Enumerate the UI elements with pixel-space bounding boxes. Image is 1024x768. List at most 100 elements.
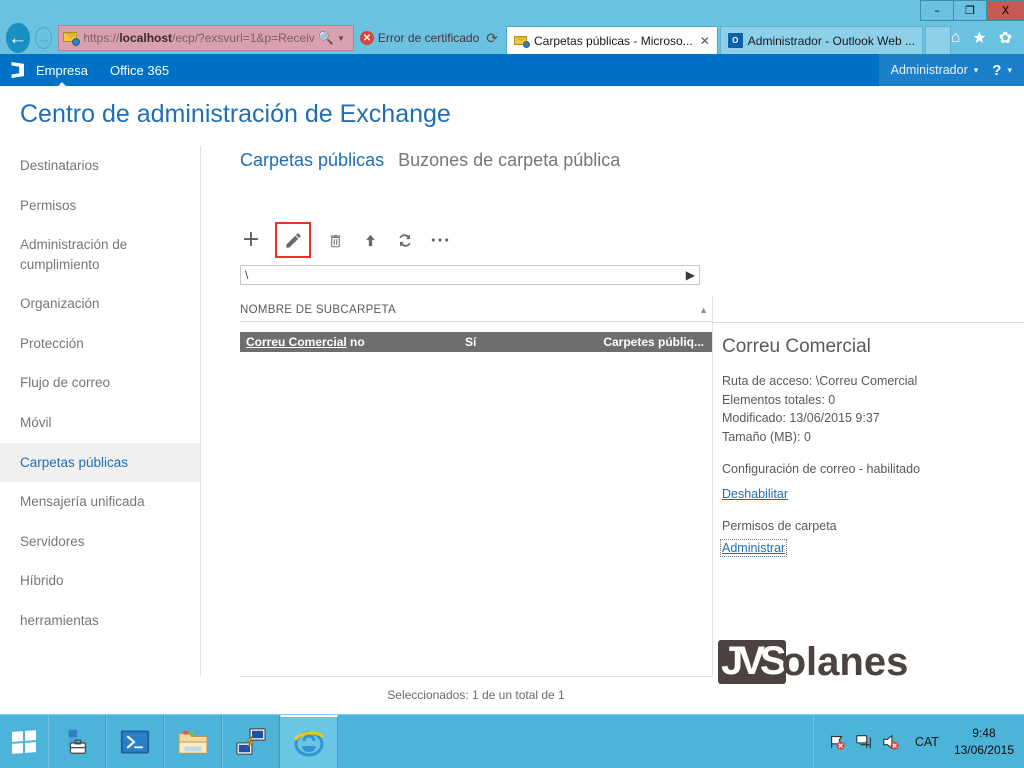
taskbar: CAT 9:48 13/06/2015 xyxy=(0,714,1024,768)
browser-tab-2[interactable]: O Administrador - Outlook Web ... xyxy=(719,26,923,54)
more-button[interactable] xyxy=(429,229,451,251)
help-icon[interactable]: ? xyxy=(992,62,1001,79)
browser-command-icons: ⌂ ★ ✿ xyxy=(951,28,1024,48)
favorites-star-icon[interactable]: ★ xyxy=(972,28,986,48)
sidebar-item-servidores[interactable]: Servidores xyxy=(0,522,200,562)
close-button[interactable]: X xyxy=(987,0,1024,21)
page-title: Centro de administración de Exchange xyxy=(20,100,451,128)
forward-button[interactable]: → xyxy=(34,27,53,49)
suite-link-office365[interactable]: Office 365 xyxy=(110,63,169,78)
content-tabs: Carpetas públicas Buzones de carpeta púb… xyxy=(240,146,1024,171)
user-menu-label[interactable]: Administrador xyxy=(891,63,968,77)
back-button[interactable]: ← xyxy=(6,23,30,53)
row-col3: Sí xyxy=(465,335,477,349)
network-icon[interactable] xyxy=(855,733,873,751)
minimize-icon: – xyxy=(934,4,940,17)
maximize-button[interactable]: ❐ xyxy=(954,0,987,21)
minimize-button[interactable]: – xyxy=(921,0,954,21)
browser-tab-1-label: Carpetas públicas - Microso... xyxy=(534,33,693,48)
suite-link-empresa[interactable]: Empresa xyxy=(36,63,88,78)
ellipsis-icon xyxy=(431,238,449,242)
clock-time: 9:48 xyxy=(972,726,996,741)
sidebar-item-carpetas-publicas[interactable]: Carpetas públicas xyxy=(0,442,200,483)
search-icon[interactable]: 🔍 xyxy=(318,30,334,46)
address-text: https://localhost/ecp/?exsvurl=1&p=Recei… xyxy=(83,31,315,45)
taskbar-file-explorer[interactable] xyxy=(164,715,222,768)
tab-carpetas-publicas[interactable]: Carpetas públicas xyxy=(240,150,384,171)
powershell-icon xyxy=(120,730,150,753)
table-row[interactable]: Correu Comercial no Sí Carpetes públiq..… xyxy=(240,332,712,352)
row-folder-name: Correu Comercial xyxy=(246,335,347,349)
edit-button[interactable] xyxy=(275,222,311,258)
action-center-flag-icon[interactable] xyxy=(828,733,846,751)
close-icon[interactable]: ✕ xyxy=(700,34,710,48)
detail-pane: Correu Comercial Ruta de acceso: \Correu… xyxy=(719,336,1022,557)
detail-pane-top-rule xyxy=(712,322,1024,323)
new-tab-button[interactable] xyxy=(924,26,951,54)
sidebar-item-hibrido[interactable]: Híbrido xyxy=(0,561,200,601)
taskbar-internet-explorer[interactable] xyxy=(280,715,338,768)
system-tray: CAT 9:48 13/06/2015 xyxy=(812,715,1024,768)
pencil-icon xyxy=(285,232,301,248)
folder-path-input[interactable]: \ ▶ xyxy=(240,265,700,285)
add-button[interactable]: + xyxy=(240,229,262,251)
detail-title: Correu Comercial xyxy=(722,336,871,357)
arrow-left-icon: ← xyxy=(8,27,28,49)
refresh-icon[interactable]: ⟳ xyxy=(486,30,498,47)
trash-icon xyxy=(330,234,340,247)
manage-permissions-link[interactable]: Administrar xyxy=(719,539,788,557)
sidebar: Destinatarios Permisos Administración de… xyxy=(0,146,200,640)
settings-gear-icon[interactable]: ✿ xyxy=(999,28,1012,48)
taskbar-remote-desktop[interactable] xyxy=(222,715,280,768)
move-up-button[interactable] xyxy=(359,229,381,251)
detail-path: Ruta de acceso: \Correu Comercial xyxy=(722,374,918,388)
office-waffle-icon[interactable] xyxy=(11,62,24,78)
sidebar-item-mensajeria-unificada[interactable]: Mensajería unificada xyxy=(0,482,200,522)
sidebar-item-movil[interactable]: Móvil xyxy=(0,403,200,443)
sidebar-item-destinatarios[interactable]: Destinatarios xyxy=(0,146,200,186)
address-bar[interactable]: https://localhost/ecp/?exsvurl=1&p=Recei… xyxy=(58,25,354,51)
plus-icon: + xyxy=(241,227,261,253)
help-chevron-down-icon[interactable]: ▾ xyxy=(1007,65,1012,76)
tab-buzones-de-carpeta-publica[interactable]: Buzones de carpeta pública xyxy=(398,150,620,171)
remote-desktop-icon xyxy=(236,727,266,755)
browser-tab-2-label: Administrador - Outlook Web ... xyxy=(747,33,915,48)
watermark-logo: JVS olanes xyxy=(718,640,908,684)
suite-bar: Empresa Office 365 Administrador ▾ ? ▾ xyxy=(0,54,1024,86)
sort-ascending-icon[interactable]: ▲ xyxy=(699,305,712,315)
column-header-nombre-de-subcarpeta[interactable]: NOMBRE DE SUBCARPETA xyxy=(240,304,396,316)
row-col2: no xyxy=(350,335,365,349)
refresh-button[interactable] xyxy=(394,229,416,251)
error-icon: ✕ xyxy=(359,31,374,45)
taskbar-server-manager[interactable] xyxy=(48,715,106,768)
disable-mail-link[interactable]: Deshabilitar xyxy=(722,487,788,501)
sidebar-item-administracion-de-cumplimiento[interactable]: Administración de cumplimiento xyxy=(0,225,150,284)
clock[interactable]: 9:48 13/06/2015 xyxy=(954,725,1014,757)
exchange-envelope-icon xyxy=(63,31,81,46)
sidebar-item-flujo-de-correo[interactable]: Flujo de correo xyxy=(0,363,200,403)
window-controls: – ❐ X xyxy=(920,0,1024,21)
chevron-down-icon[interactable]: ▼ xyxy=(337,34,345,43)
chevron-down-icon[interactable]: ▾ xyxy=(974,65,979,76)
sidebar-item-organizacion[interactable]: Organización xyxy=(0,284,200,324)
go-arrow-icon[interactable]: ▶ xyxy=(686,268,695,282)
home-icon[interactable]: ⌂ xyxy=(951,29,961,47)
watermark-mark: JVS xyxy=(718,640,787,684)
taskbar-powershell[interactable] xyxy=(106,715,164,768)
volume-muted-icon[interactable] xyxy=(882,733,900,751)
sidebar-item-proteccion[interactable]: Protección xyxy=(0,324,200,364)
detail-total-items: Elementos totales: 0 xyxy=(722,392,836,407)
keyboard-language-indicator[interactable]: CAT xyxy=(915,735,939,749)
delete-button[interactable] xyxy=(324,229,346,251)
certificate-error-button[interactable]: ✕ Error de certificado ⟳ xyxy=(354,25,504,51)
start-button[interactable] xyxy=(0,715,48,768)
sidebar-item-herramientas[interactable]: herramientas xyxy=(0,601,200,641)
sidebar-item-permisos[interactable]: Permisos xyxy=(0,186,200,226)
certificate-error-label: Error de certificado xyxy=(377,31,480,45)
detail-modified: Modificado: 13/06/2015 9:37 xyxy=(722,411,880,425)
arrow-up-icon xyxy=(365,234,375,246)
clock-date: 13/06/2015 xyxy=(953,742,1014,757)
detail-mail-settings-label: Configuración de correo - habilitado xyxy=(722,462,921,476)
browser-nav-row: ← → https://localhost/ecp/?exsvurl=1&p=R… xyxy=(0,22,1024,54)
browser-tab-1[interactable]: Carpetas públicas - Microso... ✕ xyxy=(506,26,718,54)
